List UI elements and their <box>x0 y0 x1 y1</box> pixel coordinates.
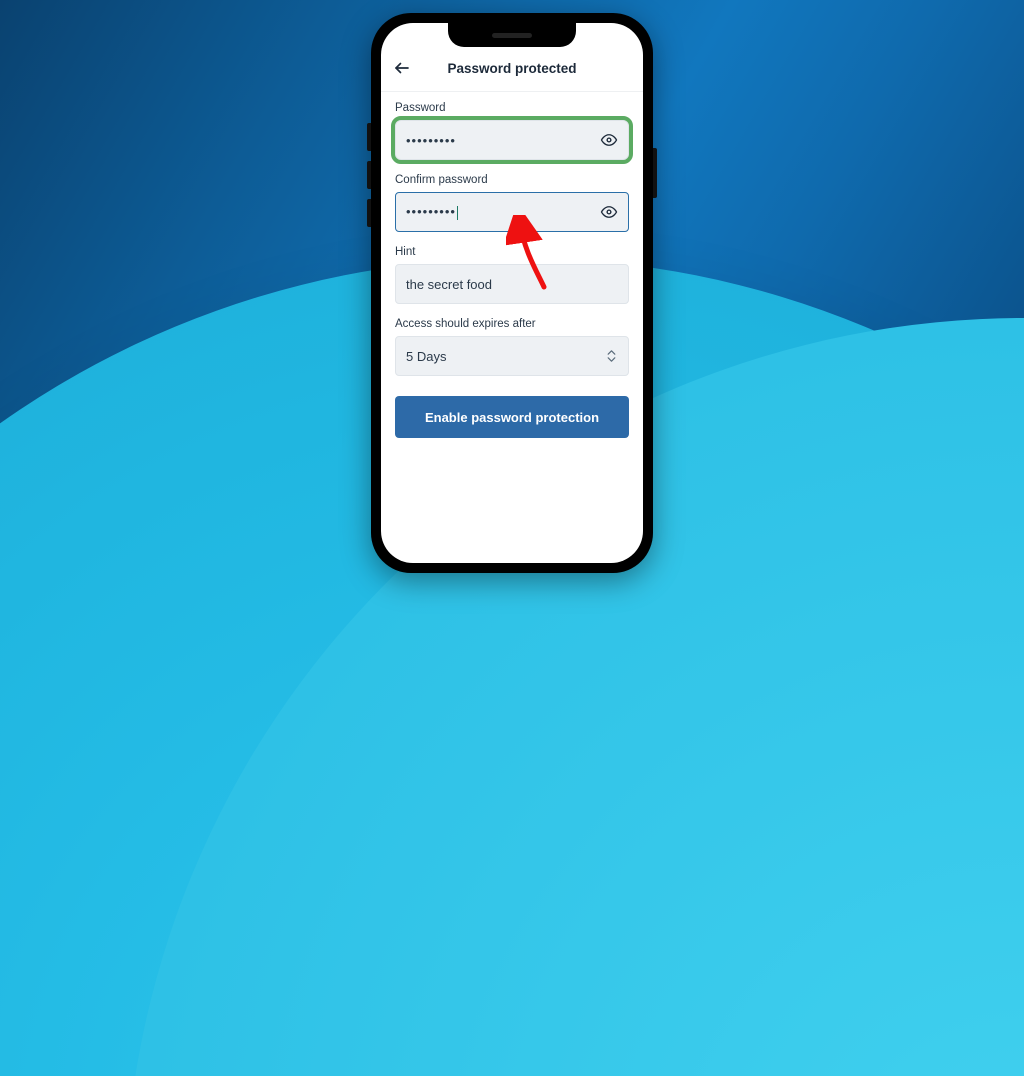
expires-value: 5 Days <box>406 349 604 364</box>
eye-icon[interactable] <box>600 131 618 149</box>
stepper-icon[interactable] <box>604 346 618 366</box>
phone-notch <box>448 23 576 47</box>
text-cursor <box>457 206 459 220</box>
password-input[interactable]: ••••••••• <box>395 120 629 160</box>
form-content: Password ••••••••• Confirm password ••••… <box>381 92 643 438</box>
page-title: Password protected <box>393 61 631 76</box>
password-value: ••••••••• <box>406 133 600 148</box>
expires-field-group: Access should expires after 5 Days <box>395 318 629 376</box>
hint-input[interactable]: the secret food <box>395 264 629 304</box>
confirm-password-field-group: Confirm password ••••••••• <box>395 174 629 232</box>
password-label: Password <box>395 102 629 114</box>
app-header: Password protected <box>381 51 643 92</box>
hint-field-group: Hint the secret food <box>395 246 629 304</box>
phone-frame: Password protected Password ••••••••• <box>371 13 653 573</box>
enable-password-protection-button[interactable]: Enable password protection <box>395 396 629 438</box>
hint-label: Hint <box>395 246 629 258</box>
expires-label: Access should expires after <box>395 318 629 330</box>
confirm-password-input[interactable]: ••••••••• <box>395 192 629 232</box>
confirm-password-value: ••••••••• <box>406 204 600 220</box>
phone-screen: Password protected Password ••••••••• <box>381 23 643 563</box>
confirm-password-label: Confirm password <box>395 174 629 186</box>
password-field-group: Password ••••••••• <box>395 102 629 160</box>
phone-speaker <box>492 33 532 38</box>
eye-icon[interactable] <box>600 203 618 221</box>
hint-value: the secret food <box>406 277 618 292</box>
expires-select[interactable]: 5 Days <box>395 336 629 376</box>
